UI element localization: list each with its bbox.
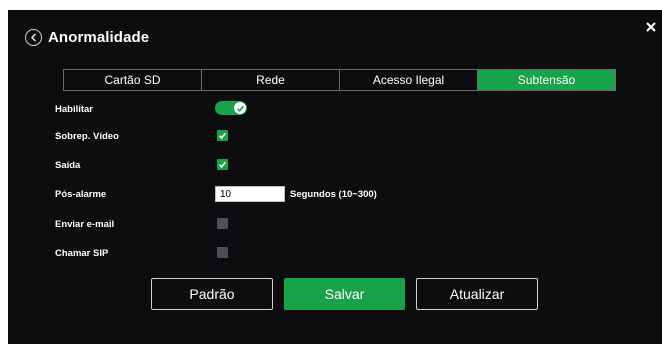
chevron-left-icon xyxy=(30,32,36,42)
default-button[interactable]: Padrão xyxy=(151,278,273,310)
sobrep-video-checkbox[interactable] xyxy=(217,130,228,141)
habilitar-label: Habilitar xyxy=(55,104,94,115)
tab-acesso-ilegal[interactable]: Acesso Ilegal xyxy=(340,70,478,90)
tab-bar: Cartão SD Rede Acesso Ilegal Subtensão xyxy=(63,69,616,91)
check-icon xyxy=(218,161,227,168)
pos-alarme-input[interactable] xyxy=(215,186,285,202)
back-button[interactable] xyxy=(25,28,42,46)
close-button[interactable] xyxy=(644,20,658,34)
check-icon xyxy=(236,105,244,112)
chamar-sip-label: Chamar SIP xyxy=(55,248,109,259)
tab-rede[interactable]: Rede xyxy=(202,70,340,90)
close-icon xyxy=(646,22,656,32)
enviar-email-label: Enviar e-mail xyxy=(55,219,115,230)
tab-cartao-sd[interactable]: Cartão SD xyxy=(64,70,202,90)
refresh-button[interactable]: Atualizar xyxy=(416,278,538,310)
check-icon xyxy=(218,132,227,139)
saida-checkbox[interactable] xyxy=(217,159,228,170)
pos-alarme-unit: Segundos (10~300) xyxy=(290,189,377,200)
page-title: Anormalidade xyxy=(48,28,150,46)
habilitar-toggle[interactable] xyxy=(215,101,247,115)
save-button[interactable]: Salvar xyxy=(284,278,405,310)
tab-subtensao[interactable]: Subtensão xyxy=(478,70,615,90)
toggle-knob xyxy=(234,102,246,114)
enviar-email-checkbox[interactable] xyxy=(217,218,228,229)
title-bar: Anormalidade xyxy=(25,27,149,47)
pos-alarme-label: Pós-alarme xyxy=(55,189,107,200)
chamar-sip-checkbox[interactable] xyxy=(217,247,228,258)
saida-label: Saída xyxy=(55,160,81,171)
sobrep-video-label: Sobrep. Vídeo xyxy=(55,131,119,142)
